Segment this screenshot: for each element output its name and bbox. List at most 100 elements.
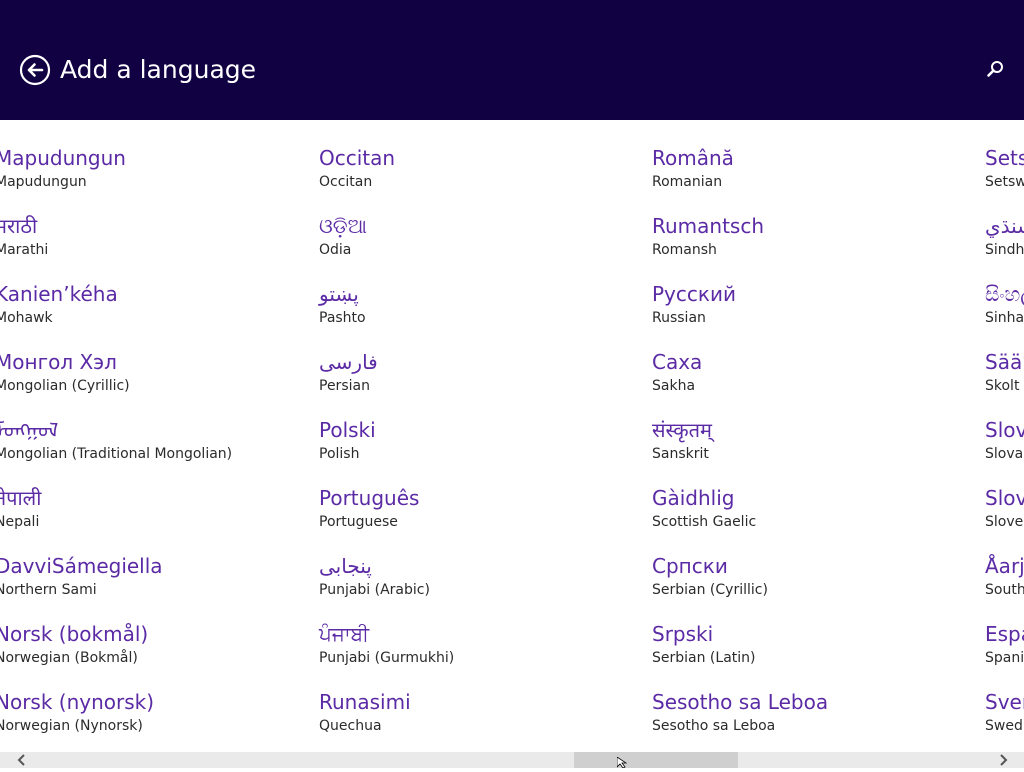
- language-english-name: Polish: [319, 446, 360, 462]
- language-item[interactable]: Mapudungun Mapudungun: [0, 144, 315, 204]
- language-native-name: Norsk (bokmål): [0, 622, 149, 646]
- app-header: Add a language: [0, 0, 1024, 120]
- language-item[interactable]: Srpski Serbian (Latin): [652, 620, 972, 680]
- language-item[interactable]: Occitan Occitan: [319, 144, 639, 204]
- language-item[interactable]: Norsk (nynorsk) Norwegian (Nynorsk): [0, 688, 315, 748]
- language-english-name: Russian: [652, 310, 706, 326]
- language-item[interactable]: Sesotho sa Leboa Sesotho sa Leboa: [652, 688, 972, 748]
- language-english-name: Odia: [319, 242, 352, 258]
- chevron-right-icon: [1000, 754, 1008, 766]
- language-native-name: Srpski: [652, 622, 714, 646]
- language-item[interactable]: Setswana Setswana: [985, 144, 1024, 204]
- language-english-name: Quechua: [319, 718, 382, 734]
- language-item[interactable]: Åarjelsaemien Southern Sami: [985, 552, 1024, 612]
- language-native-name: Саха: [652, 350, 703, 374]
- language-native-name: ਪੰਜਾਬੀ: [319, 622, 370, 646]
- language-item[interactable]: සිංහල Sinhala: [985, 280, 1024, 340]
- language-english-name: Romanian: [652, 174, 723, 190]
- language-item[interactable]: ਪੰਜਾਬੀ Punjabi (Gurmukhi): [319, 620, 639, 680]
- language-native-name: Slovenski: [985, 486, 1024, 510]
- horizontal-scrollbar[interactable]: [0, 752, 1024, 768]
- language-english-name: Portuguese: [319, 514, 398, 530]
- language-item[interactable]: Gàidhlig Scottish Gaelic: [652, 484, 972, 544]
- language-native-name: Occitan: [319, 146, 396, 170]
- language-native-name: Sesotho sa Leboa: [652, 690, 829, 714]
- language-native-name: Runasimi: [319, 690, 411, 714]
- language-item[interactable]: Kanien’kéha Mohawk: [0, 280, 315, 340]
- language-item[interactable]: Slovenčina Slovak: [985, 416, 1024, 476]
- language-english-name: Norwegian (Bokmål): [0, 650, 138, 666]
- language-native-name: Sääʹmǩiõll: [985, 350, 1024, 374]
- language-item[interactable]: Саха Sakha: [652, 348, 972, 408]
- language-item[interactable]: Русский Russian: [652, 280, 972, 340]
- scroll-left-button[interactable]: [12, 752, 30, 768]
- language-english-name: Slovak: [985, 446, 1024, 462]
- language-item[interactable]: ଓଡ଼ିଆ Odia: [319, 212, 639, 272]
- language-english-name: Scottish Gaelic: [652, 514, 757, 530]
- language-item[interactable]: मराठी Marathi: [0, 212, 315, 272]
- language-item[interactable]: Svenska Swedish: [985, 688, 1024, 748]
- language-native-name: سنڌي: [985, 214, 1024, 238]
- language-item[interactable]: Norsk (bokmål) Norwegian (Bokmål): [0, 620, 315, 680]
- mouse-cursor-icon: [617, 757, 627, 768]
- language-english-name: Punjabi (Gurmukhi): [319, 650, 455, 666]
- language-native-name: Polski: [319, 418, 376, 442]
- language-english-name: Marathi: [0, 242, 49, 258]
- language-native-name: Kanien’kéha: [0, 282, 118, 306]
- back-arrow-circle-icon: [19, 54, 51, 86]
- language-item[interactable]: Português Portuguese: [319, 484, 639, 544]
- language-native-name: پښتو: [319, 282, 359, 306]
- language-english-name: Mohawk: [0, 310, 53, 326]
- language-item[interactable]: فارسی Persian: [319, 348, 639, 408]
- language-native-name: پنجابی: [319, 554, 372, 578]
- language-english-name: Sindhi: [985, 242, 1024, 258]
- language-item[interactable]: پښتو Pashto: [319, 280, 639, 340]
- language-native-name: Mapudungun: [0, 146, 126, 170]
- search-button[interactable]: [983, 58, 1007, 82]
- language-item[interactable]: سنڌي Sindhi: [985, 212, 1024, 272]
- language-native-name: Setswana: [985, 146, 1024, 170]
- language-english-name: Sesotho sa Leboa: [652, 718, 776, 734]
- language-native-name: संस्कृतम्: [652, 418, 713, 442]
- language-native-name: Gàidhlig: [652, 486, 735, 510]
- language-english-name: Occitan: [319, 174, 373, 190]
- language-item[interactable]: DavviSámegiella Northern Sami: [0, 552, 315, 612]
- language-english-name: Spanish: [985, 650, 1024, 666]
- language-item[interactable]: Rumantsch Romansh: [652, 212, 972, 272]
- scroll-right-button[interactable]: [995, 752, 1013, 768]
- language-item[interactable]: Монгол Хэл Mongolian (Cyrillic): [0, 348, 315, 408]
- language-english-name: Northern Sami: [0, 582, 97, 598]
- language-item[interactable]: Runasimi Quechua: [319, 688, 639, 748]
- language-item[interactable]: Sääʹmǩiõll Skolt Sami: [985, 348, 1024, 408]
- language-native-name: Slovenčina: [985, 418, 1024, 442]
- language-english-name: Nepali: [0, 514, 40, 530]
- language-native-name: Српски: [652, 554, 728, 578]
- language-native-name: ଓଡ଼ିଆ: [319, 214, 367, 238]
- language-item[interactable]: संस्कृतम् Sanskrit: [652, 416, 972, 476]
- language-item[interactable]: Română Romanian: [652, 144, 972, 204]
- language-english-name: Mongolian (Cyrillic): [0, 378, 130, 394]
- language-native-name: Русский: [652, 282, 736, 306]
- language-native-name: ᠮᠣᠩᠭᠣᠯ: [0, 418, 59, 442]
- language-native-name: Português: [319, 486, 420, 510]
- language-item[interactable]: Slovenski Slovenian: [985, 484, 1024, 544]
- language-english-name: Punjabi (Arabic): [319, 582, 430, 598]
- chevron-left-icon: [17, 754, 25, 766]
- language-english-name: Swedish: [985, 718, 1024, 734]
- language-english-name: Persian: [319, 378, 370, 394]
- language-item[interactable]: ᠮᠣᠩᠭᠣᠯ Mongolian (Traditional Mongolian): [0, 416, 315, 476]
- language-native-name: नेपाली: [0, 486, 42, 510]
- language-item[interactable]: پنجابی Punjabi (Arabic): [319, 552, 639, 612]
- language-english-name: Serbian (Latin): [652, 650, 756, 666]
- back-button[interactable]: [19, 54, 51, 86]
- language-english-name: Norwegian (Nynorsk): [0, 718, 143, 734]
- language-native-name: Åarjelsaemien: [985, 554, 1024, 578]
- language-item[interactable]: Español Spanish: [985, 620, 1024, 680]
- language-item[interactable]: Polski Polish: [319, 416, 639, 476]
- language-native-name: فارسی: [319, 350, 378, 374]
- scrollbar-thumb[interactable]: [574, 752, 738, 768]
- language-english-name: Mongolian (Traditional Mongolian): [0, 446, 233, 462]
- language-item[interactable]: Српски Serbian (Cyrillic): [652, 552, 972, 612]
- language-english-name: Setswana: [985, 174, 1024, 190]
- language-item[interactable]: नेपाली Nepali: [0, 484, 315, 544]
